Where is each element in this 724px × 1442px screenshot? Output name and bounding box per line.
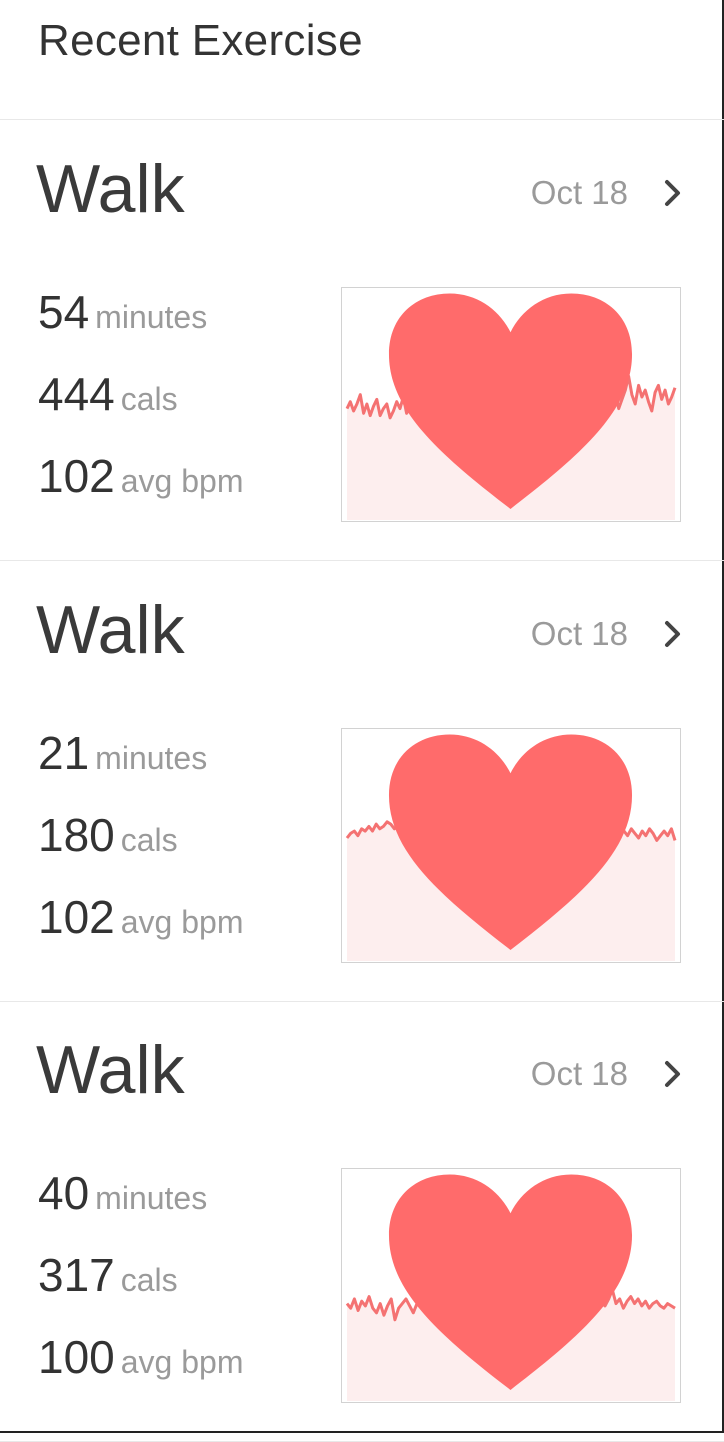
- bpm-value: 100: [38, 1331, 115, 1383]
- calories-stat: 444 cals: [38, 363, 243, 445]
- duration-stat: 21 minutes: [38, 722, 243, 804]
- duration-unit: minutes: [95, 299, 208, 335]
- date-link[interactable]: Oct 18: [531, 612, 684, 656]
- exercise-card[interactable]: Walk Oct 18 40 minutes 317 cals 100 avg bpm: [0, 1002, 724, 1442]
- date-link[interactable]: Oct 18: [531, 1052, 684, 1096]
- page-title: Recent Exercise: [38, 16, 363, 65]
- bpm-stat: 100 avg bpm: [38, 1326, 243, 1408]
- heart-rate-chart[interactable]: [341, 287, 681, 522]
- duration-unit: minutes: [95, 740, 208, 776]
- duration-value: 54: [38, 286, 90, 338]
- heart-icon: [388, 1174, 633, 1390]
- exercise-card[interactable]: Walk Oct 18 21 minutes 180 cals 102 avg bpm: [0, 562, 724, 1002]
- exercise-card[interactable]: Walk Oct 18 54 minutes 444 cals 102 avg bpm: [0, 121, 724, 561]
- header: Recent Exercise: [0, 0, 724, 120]
- bpm-unit: avg bpm: [120, 904, 244, 940]
- calories-unit: cals: [120, 381, 178, 417]
- calories-unit: cals: [120, 822, 178, 858]
- date-link[interactable]: Oct 18: [531, 171, 684, 215]
- duration-stat: 54 minutes: [38, 281, 243, 363]
- calories-stat: 317 cals: [38, 1244, 243, 1326]
- calories-value: 180: [38, 809, 115, 861]
- calories-value: 444: [38, 368, 115, 420]
- chevron-right-icon: [665, 621, 680, 647]
- activity-name: Walk: [36, 1032, 185, 1108]
- calories-value: 317: [38, 1249, 115, 1301]
- exercise-date: Oct 18: [530, 1055, 628, 1092]
- bpm-value: 102: [38, 450, 115, 502]
- exercise-stats: 54 minutes 444 cals 102 avg bpm: [38, 281, 243, 527]
- chevron-right-icon: [665, 180, 680, 206]
- duration-stat: 40 minutes: [38, 1162, 243, 1244]
- calories-unit: cals: [120, 1262, 178, 1298]
- heart-icon: [388, 734, 633, 950]
- heart-rate-chart[interactable]: [341, 1168, 681, 1403]
- heart-rate-chart[interactable]: [341, 728, 681, 963]
- bpm-unit: avg bpm: [120, 1344, 244, 1380]
- duration-unit: minutes: [95, 1180, 208, 1216]
- heart-icon: [388, 293, 633, 509]
- activity-name: Walk: [36, 592, 185, 668]
- bpm-unit: avg bpm: [120, 463, 244, 499]
- exercise-date: Oct 18: [530, 615, 628, 652]
- bpm-stat: 102 avg bpm: [38, 445, 243, 527]
- bpm-stat: 102 avg bpm: [38, 886, 243, 968]
- calories-stat: 180 cals: [38, 804, 243, 886]
- chevron-right-icon: [665, 1061, 680, 1087]
- bpm-value: 102: [38, 891, 115, 943]
- exercise-stats: 40 minutes 317 cals 100 avg bpm: [38, 1162, 243, 1408]
- exercise-date: Oct 18: [530, 174, 628, 211]
- exercise-stats: 21 minutes 180 cals 102 avg bpm: [38, 722, 243, 968]
- duration-value: 21: [38, 727, 90, 779]
- duration-value: 40: [38, 1167, 90, 1219]
- activity-name: Walk: [36, 151, 185, 227]
